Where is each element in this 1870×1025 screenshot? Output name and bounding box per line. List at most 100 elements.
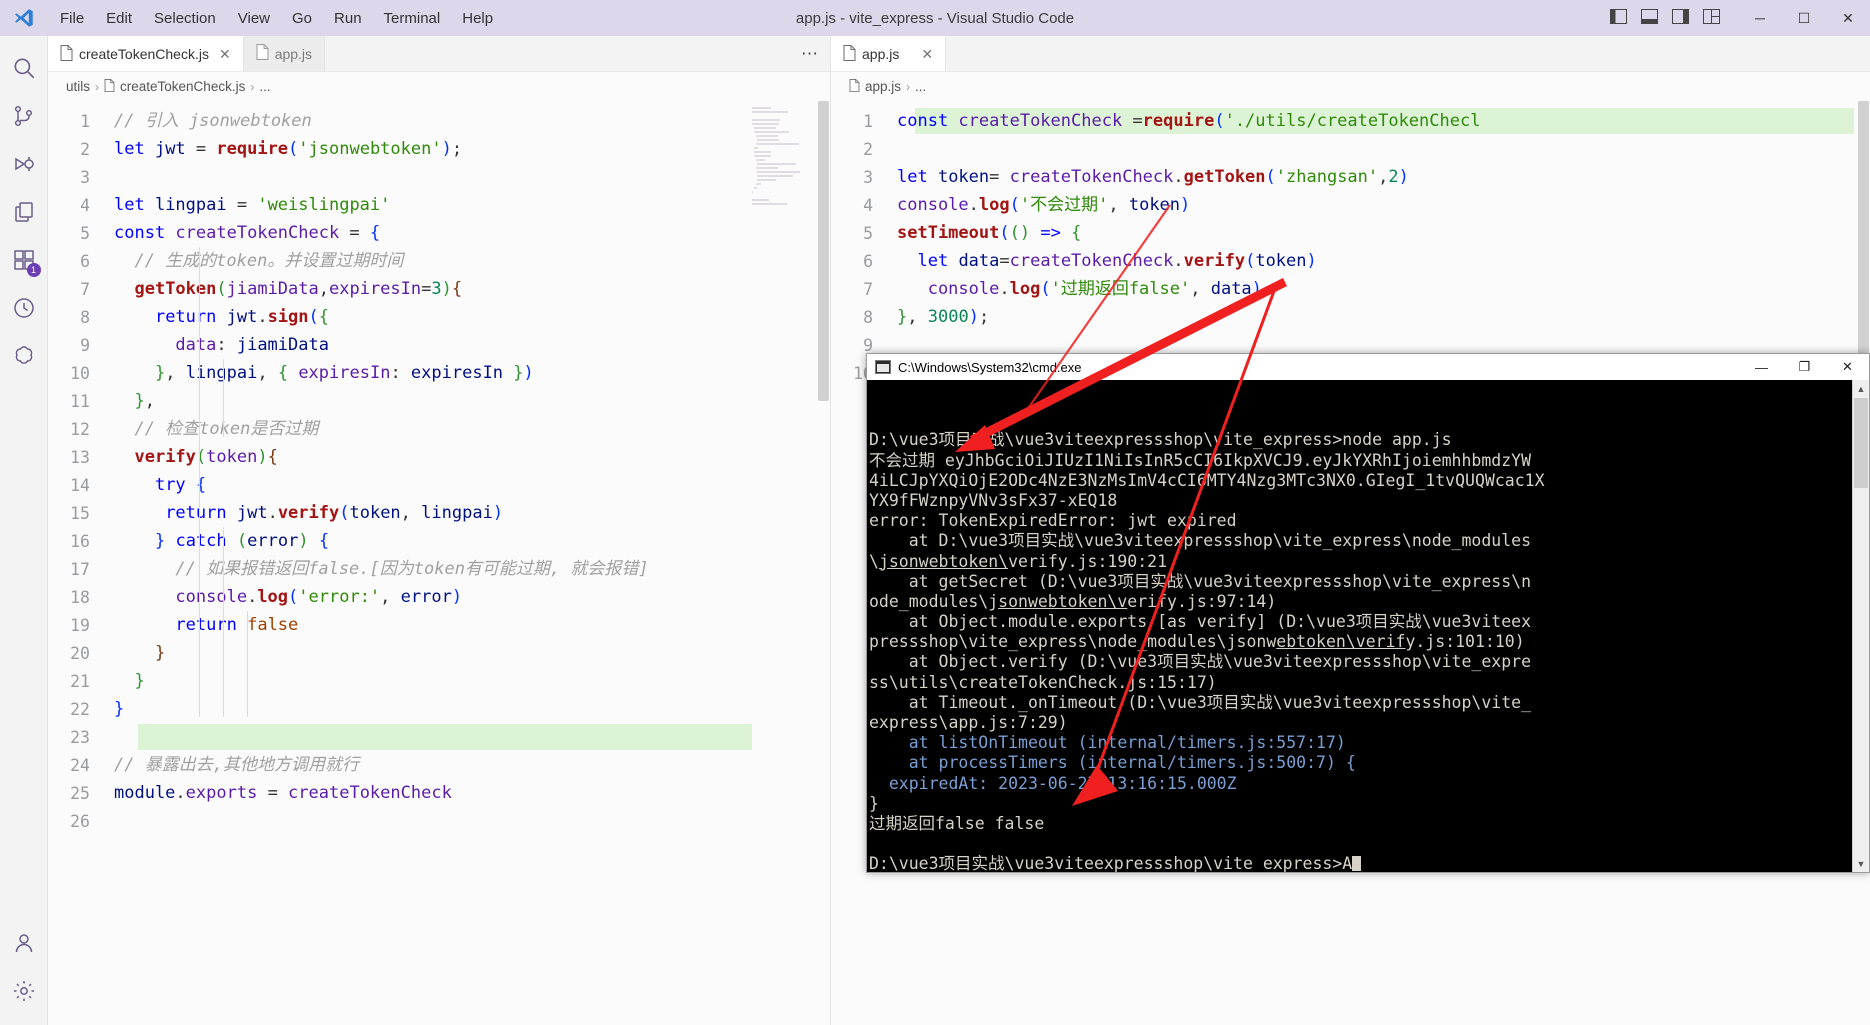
code-line[interactable]: 18 console.log('error:', error)	[48, 583, 830, 611]
code-line[interactable]: 6 let data=createTokenCheck.verify(token…	[831, 247, 1870, 275]
tab-createTokenCheck-js[interactable]: createTokenCheck.js ✕	[48, 36, 244, 71]
window-close-button[interactable]: ✕	[1826, 0, 1870, 36]
line-number: 3	[80, 167, 90, 187]
menu-go[interactable]: Go	[281, 7, 323, 30]
left-vertical-scrollbar[interactable]	[816, 101, 830, 1025]
code-line[interactable]: 8 return jwt.sign({	[48, 303, 830, 331]
cmd-window[interactable]: C:\Windows\System32\cmd.exe — ❐ ✕ D:\vue…	[866, 353, 1870, 873]
code-line[interactable]: 20 }	[48, 639, 830, 667]
code-line[interactable]: 9 data: jiamiData	[48, 331, 830, 359]
menu-help[interactable]: Help	[451, 7, 504, 30]
code-line[interactable]: 2 let jwt = require('jsonwebtoken');	[48, 135, 830, 163]
cmd-title-bar[interactable]: C:\Windows\System32\cmd.exe — ❐ ✕	[867, 354, 1869, 380]
settings-gear-icon[interactable]	[0, 967, 48, 1015]
terminal-line: D:\vue3项目实战\vue3viteexpressshop\vite_exp…	[869, 430, 1452, 450]
breadcrumb-file[interactable]: createTokenCheck.js	[120, 79, 245, 94]
code-line[interactable]: 13 verify(token){	[48, 443, 830, 471]
code-line[interactable]: 25 module.exports = createTokenCheck	[48, 779, 830, 807]
minimap-line	[757, 139, 780, 141]
code-line[interactable]: 17 // 如果报错返回false.[因为token有可能过期, 就会报错]	[48, 555, 830, 583]
terminal-line: \jsonwebtoken\verify.js:190:21	[869, 551, 1168, 571]
code-line[interactable]: 4 console.log('不会过期', token)	[831, 191, 1870, 219]
menu-edit[interactable]: Edit	[95, 7, 143, 30]
breadcrumb-file[interactable]: app.js	[865, 79, 901, 94]
code-line[interactable]: 12 // 检查token是否过期	[48, 415, 830, 443]
cmd-scrollbar[interactable]: ▲ ▼	[1852, 380, 1869, 872]
indent-guide	[223, 359, 224, 437]
code-line[interactable]: 26	[48, 807, 830, 835]
code-line[interactable]: 5 const createTokenCheck = {	[48, 219, 830, 247]
breadcrumb-symbol[interactable]: ...	[259, 79, 270, 94]
code-line[interactable]: 23	[48, 723, 830, 751]
code-line[interactable]: 7 console.log('过期返回false', data)	[831, 275, 1870, 303]
code-line[interactable]: 24 // 暴露出去,其他地方调用就行	[48, 751, 830, 779]
scroll-down-arrow-icon[interactable]: ▼	[1853, 855, 1869, 872]
menu-view[interactable]: View	[227, 7, 281, 30]
code-line[interactable]: 4 let lingpai = 'weislingpai'	[48, 191, 830, 219]
window-maximize-button[interactable]: ☐	[1782, 0, 1826, 36]
code-line[interactable]: 16 } catch (error) {	[48, 527, 830, 555]
code-line[interactable]: 8}, 3000);	[831, 303, 1870, 331]
panel-bottom-icon[interactable]	[1641, 8, 1658, 28]
menu-bar[interactable]: File Edit Selection View Go Run Terminal…	[49, 7, 504, 30]
extensions-copy-icon[interactable]	[0, 188, 48, 236]
left-editor-group: createTokenCheck.js ✕ app.js ⋯ utils › c…	[48, 36, 830, 1025]
window-minimize-button[interactable]: ─	[1738, 0, 1782, 36]
js-file-icon	[60, 44, 73, 64]
code-line[interactable]: 19 return false	[48, 611, 830, 639]
tab-close-icon[interactable]: ✕	[921, 46, 933, 63]
menu-file[interactable]: File	[49, 7, 95, 30]
left-minimap[interactable]	[752, 101, 808, 1025]
code-line[interactable]: 1 const createTokenCheck =require('./util…	[831, 107, 1870, 135]
scrollbar-thumb[interactable]	[1858, 101, 1869, 361]
code-line[interactable]: 1 // 引入 jsonwebtoken	[48, 107, 830, 135]
layout-grid-icon[interactable]	[1703, 8, 1720, 28]
left-breadcrumb[interactable]: utils › createTokenCheck.js › ...	[48, 72, 830, 101]
console-icon	[875, 360, 891, 374]
panel-right-icon[interactable]	[1672, 8, 1689, 28]
tab-app-js[interactable]: app.js	[243, 36, 326, 71]
code-line[interactable]: 14 try {	[48, 471, 830, 499]
menu-terminal[interactable]: Terminal	[373, 7, 452, 30]
code-line[interactable]: 21 }	[48, 667, 830, 695]
remote-explorer-icon[interactable]: 1	[0, 236, 48, 284]
cmd-scrollbar-thumb[interactable]	[1854, 398, 1868, 488]
testing-beaker-icon[interactable]	[0, 284, 48, 332]
cmd-output[interactable]: D:\vue3项目实战\vue3viteexpressshop\vite_exp…	[867, 380, 1869, 872]
line-content: getToken(jiamiData,expiresIn=3){	[134, 279, 463, 299]
scroll-up-arrow-icon[interactable]: ▲	[1853, 380, 1869, 397]
scrollbar-thumb[interactable]	[818, 101, 829, 401]
left-code-area[interactable]: 1 // 引入 jsonwebtoken 2 let jwt = require('j…	[48, 101, 830, 1025]
code-line[interactable]: 7 getToken(jiamiData,expiresIn=3){	[48, 275, 830, 303]
run-debug-icon[interactable]	[0, 140, 48, 188]
line-number: 2	[80, 139, 90, 159]
search-icon[interactable]	[0, 44, 48, 92]
line-number: 2	[863, 139, 873, 159]
menu-run[interactable]: Run	[323, 7, 373, 30]
code-line[interactable]: 11 },	[48, 387, 830, 415]
code-line[interactable]: 3	[48, 163, 830, 191]
cmd-close-button[interactable]: ✕	[1826, 354, 1869, 380]
code-line[interactable]: 2	[831, 135, 1870, 163]
code-line[interactable]: 5 setTimeout(() => {	[831, 219, 1870, 247]
line-content: console.log('不会过期', token)	[897, 195, 1191, 215]
cmd-minimize-button[interactable]: —	[1740, 354, 1783, 380]
cmd-maximize-button[interactable]: ❐	[1783, 354, 1826, 380]
source-control-icon[interactable]	[0, 92, 48, 140]
menu-selection[interactable]: Selection	[143, 7, 227, 30]
accounts-icon[interactable]	[0, 919, 48, 967]
code-line[interactable]: 6 // 生成的token。并设置过期时间	[48, 247, 830, 275]
right-breadcrumb[interactable]: app.js › ...	[831, 72, 1870, 101]
code-line[interactable]: 3 let token= createTokenCheck.getToken('z…	[831, 163, 1870, 191]
panel-left-icon[interactable]	[1610, 8, 1627, 28]
tab-close-icon[interactable]: ✕	[219, 46, 231, 63]
code-line[interactable]: 22}	[48, 695, 830, 723]
minimap-line	[752, 191, 754, 193]
chatgpt-icon[interactable]	[0, 332, 48, 380]
editor-more-actions-button[interactable]: ⋯	[801, 36, 830, 71]
tab-app-js-active[interactable]: app.js ✕	[831, 36, 947, 71]
code-line[interactable]: 10 }, lingpai, { expiresIn: expiresIn })	[48, 359, 830, 387]
code-line[interactable]: 15 return jwt.verify(token, lingpai)	[48, 499, 830, 527]
breadcrumb-symbol[interactable]: ...	[915, 79, 926, 94]
breadcrumb-folder[interactable]: utils	[66, 79, 90, 94]
